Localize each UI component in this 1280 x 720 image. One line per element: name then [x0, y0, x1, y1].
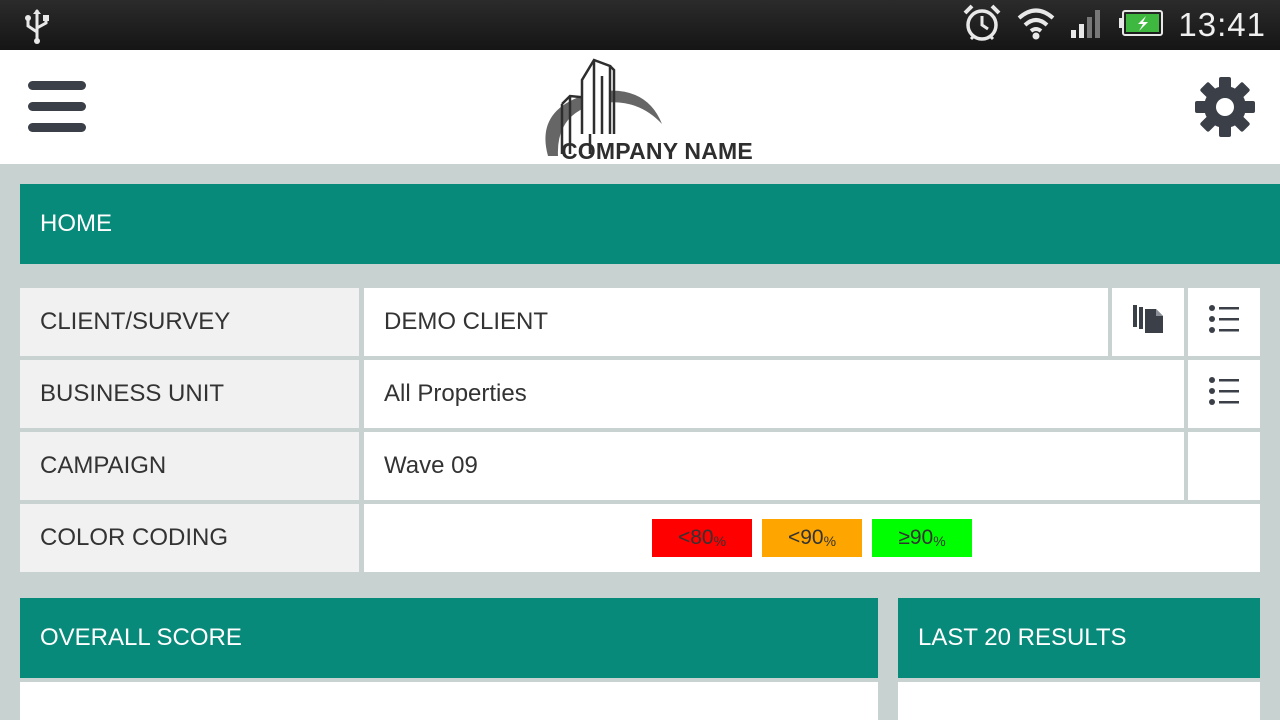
last-results-panel [898, 682, 1260, 720]
business-unit-value[interactable]: All Properties [364, 360, 1184, 428]
campaign-label: CAMPAIGN [20, 432, 359, 500]
client-list-button[interactable] [1188, 288, 1260, 356]
status-time: 13:41 [1178, 6, 1266, 43]
legend-below-90-label: <90 [787, 526, 824, 549]
signal-icon [1070, 8, 1104, 43]
legend-at-least-90: ≥90% [872, 519, 972, 557]
copy-icon [1132, 304, 1164, 341]
color-coding-legend: <80% <90% ≥90% [364, 504, 1260, 572]
last-results-header: LAST 20 RESULTS [898, 598, 1260, 678]
app-header: COMPANY NAME [0, 50, 1280, 164]
client-survey-label: CLIENT/SURVEY [20, 288, 359, 356]
copy-button[interactable] [1112, 288, 1184, 356]
legend-at-least-90-unit: % [933, 533, 946, 549]
menu-icon[interactable] [28, 78, 88, 136]
gear-icon[interactable] [1194, 76, 1256, 138]
home-title: HOME [40, 210, 112, 237]
overall-score-panel [20, 682, 878, 720]
home-header: HOME [20, 184, 1280, 264]
list-icon [1209, 376, 1239, 412]
legend-below-80: <80% [652, 519, 752, 557]
status-bar: 13:41 [0, 0, 1280, 50]
legend-below-90-unit: % [823, 533, 837, 549]
legend-at-least-90-label: ≥90 [898, 526, 934, 549]
last-results-title: LAST 20 RESULTS [918, 624, 1127, 651]
company-logo: COMPANY NAME [536, 56, 753, 164]
campaign-empty-cell [1188, 432, 1260, 500]
legend-below-80-unit: % [713, 533, 727, 549]
usb-icon [22, 8, 52, 49]
campaign-value[interactable]: Wave 09 [364, 432, 1184, 500]
battery-charging-icon [1118, 9, 1164, 41]
business-unit-label: BUSINESS UNIT [20, 360, 359, 428]
overall-score-header: OVERALL SCORE [20, 598, 878, 678]
logo-text: COMPANY NAME [561, 138, 753, 164]
business-unit-list-button[interactable] [1188, 360, 1260, 428]
client-survey-value[interactable]: DEMO CLIENT [364, 288, 1108, 356]
list-icon [1209, 304, 1239, 340]
color-coding-label: COLOR CODING [20, 504, 359, 572]
alarm-icon [962, 3, 1002, 48]
legend-below-80-label: <80 [677, 526, 714, 549]
wifi-icon [1016, 6, 1056, 45]
overall-score-title: OVERALL SCORE [40, 624, 242, 651]
legend-below-90: <90% [762, 519, 862, 557]
